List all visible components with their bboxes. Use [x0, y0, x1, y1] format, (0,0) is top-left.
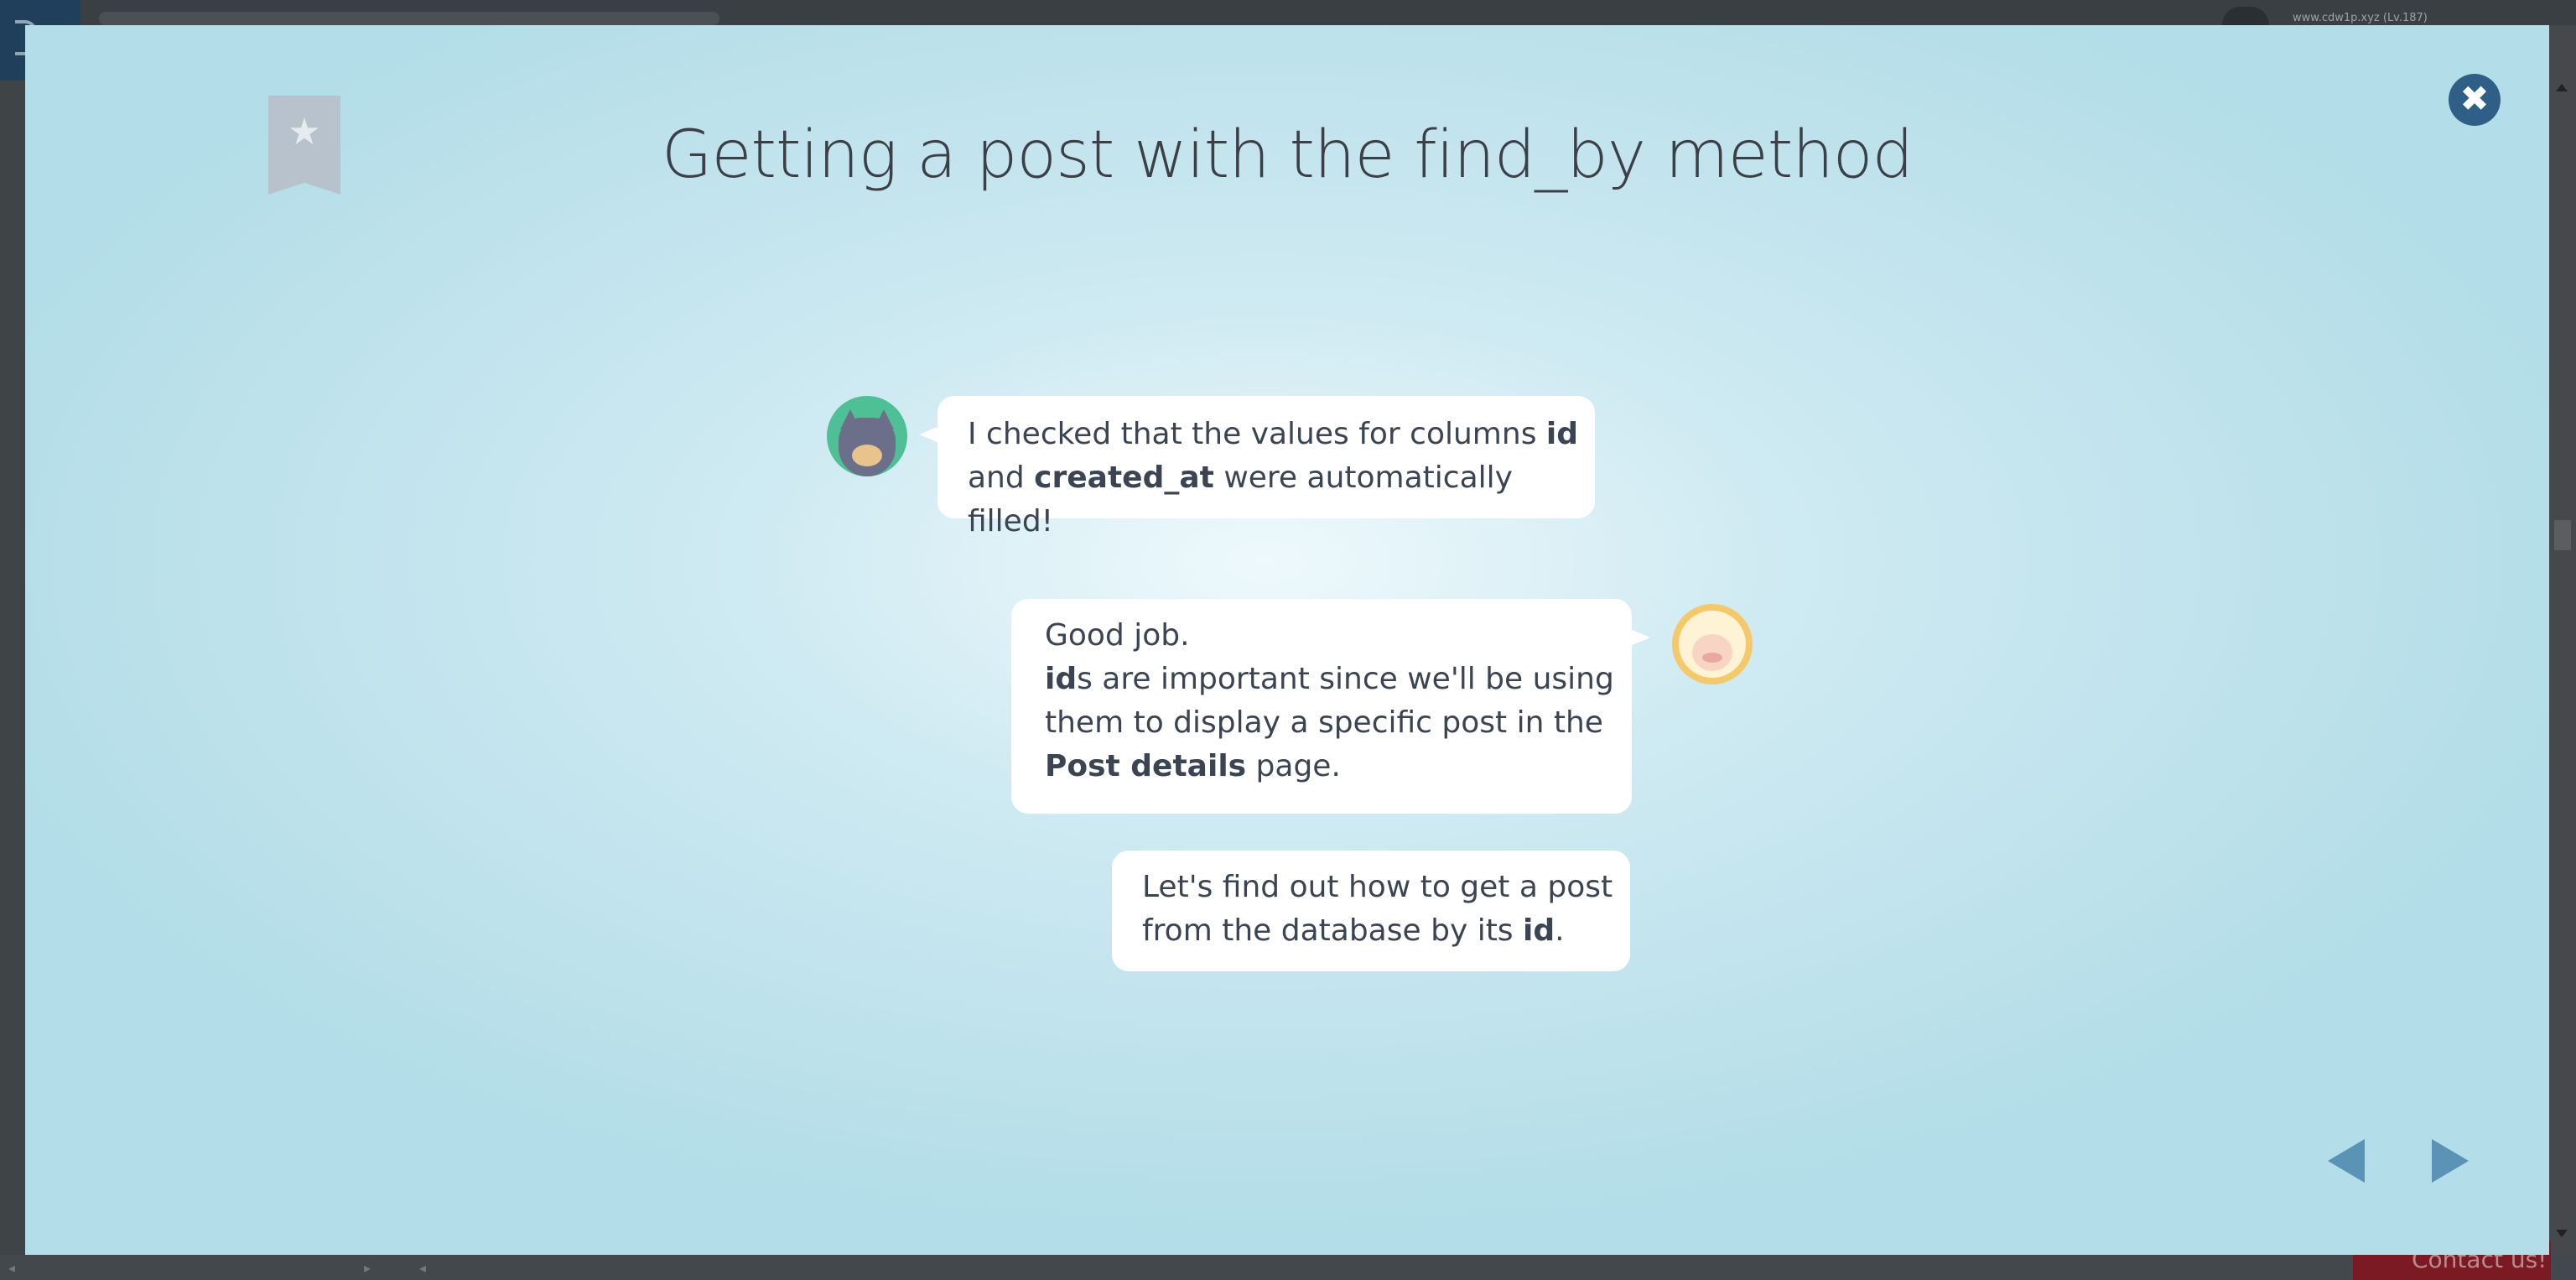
message-text: Let's find out how to get a post — [1142, 870, 1613, 904]
scroll-down-icon[interactable] — [2556, 1230, 2568, 1237]
slide-modal: ★ Getting a post with the find_by method… — [25, 25, 2549, 1255]
caret-left-icon[interactable]: ◂ — [419, 1260, 426, 1276]
scroll-up-icon[interactable] — [2556, 84, 2568, 91]
chat-bubble: I checked that the values for columns id… — [919, 396, 1595, 539]
message-text: from the database by its — [1142, 913, 1524, 948]
message-text: I checked that the values for columns — [968, 417, 1546, 451]
message-text: page. — [1246, 749, 1341, 783]
background-bottom-bar: ◂ ▸ ◂ — [0, 1255, 2576, 1280]
sheep-avatar — [1672, 604, 1753, 684]
bold-term: id — [1545, 417, 1578, 451]
page-scrollbar[interactable] — [2549, 25, 2576, 1255]
bold-term: id — [1523, 913, 1555, 948]
prev-arrow-icon[interactable] — [2328, 1139, 2365, 1183]
background-search-bar — [99, 12, 719, 25]
message-text: . — [1555, 913, 1565, 948]
user-name[interactable]: www.cdw1p.xyz (Lv.187) — [2293, 12, 2428, 24]
bold-term: Post details — [1045, 749, 1247, 783]
message-text: s are important since we'll be using — [1077, 662, 1614, 696]
bold-term: id — [1045, 662, 1078, 696]
chat-bubble: Let's find out how to get a post from the… — [1112, 851, 1630, 971]
chat-bubble: Good job. ids are important since we'll b… — [1011, 599, 1650, 814]
close-icon[interactable]: ✖ — [2449, 74, 2501, 126]
next-arrow-icon[interactable] — [2432, 1139, 2469, 1183]
caret-right-icon[interactable]: ▸ — [364, 1260, 371, 1276]
slide-title: Getting a post with the find_by method — [662, 117, 1914, 193]
cat-avatar — [827, 396, 907, 476]
caret-left-icon[interactable]: ◂ — [8, 1260, 15, 1276]
message-text: Good job. — [1045, 618, 1190, 653]
bold-term: created_at — [1034, 460, 1214, 495]
scroll-thumb[interactable] — [2554, 520, 2571, 550]
message-text: and — [968, 460, 1035, 495]
message-text: them to display a specific post in the — [1045, 705, 1603, 740]
